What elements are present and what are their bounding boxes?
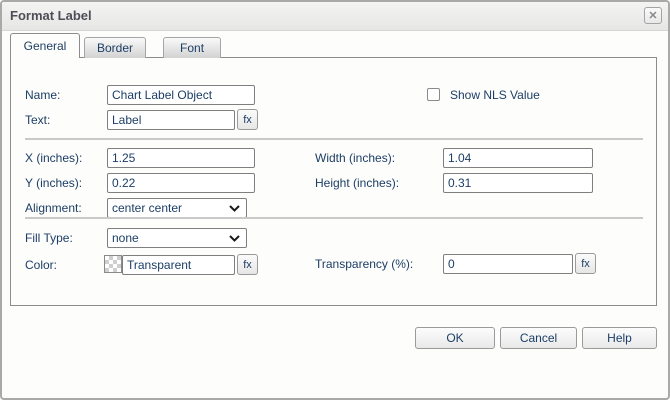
format-label-dialog: Format Label ✕ General Border Font Name:… [0,0,670,400]
separator [25,217,643,219]
tab-border-label: Border [97,41,134,55]
chevron-down-icon [229,204,240,212]
transparency-label: Transparency (%): [315,257,414,271]
text-label: Text: [25,113,51,127]
fill-type-select[interactable]: none [107,228,247,248]
separator [25,138,643,140]
show-nls-checkbox[interactable] [427,88,440,101]
help-button[interactable]: Help [582,327,657,349]
width-input[interactable] [443,148,593,168]
tab-general-label: General [23,39,67,53]
close-button[interactable]: ✕ [644,7,662,24]
name-input[interactable] [107,85,255,105]
close-icon: ✕ [648,9,658,22]
tab-font-label: Font [180,41,205,55]
tab-border[interactable]: Border [84,37,147,58]
name-label: Name: [25,88,61,102]
chevron-down-icon [229,234,240,242]
y-label: Y (inches): [25,176,83,190]
cancel-button[interactable]: Cancel [500,327,577,349]
general-tab-panel: Name: Text: fx Show NLS Value X (inches)… [10,57,657,306]
fill-type-value: none [112,231,139,245]
alignment-select[interactable]: center center [107,198,247,218]
transparency-input[interactable] [443,254,573,274]
x-input[interactable] [107,148,255,168]
y-input[interactable] [107,173,255,193]
fill-type-label: Fill Type: [25,231,73,245]
text-input[interactable] [107,110,235,130]
width-label: Width (inches): [315,151,396,165]
tab-font[interactable]: Font [163,37,222,58]
color-swatch[interactable] [104,255,122,273]
tab-strip: General Border Font [10,33,225,58]
dialog-titlebar: Format Label ✕ [2,2,668,31]
color-label: Color: [25,258,58,272]
height-input[interactable] [443,173,593,193]
color-fx-button[interactable]: fx [237,254,258,275]
dialog-title: Format Label [10,8,92,23]
alignment-value: center center [112,201,183,215]
transparency-fx-button[interactable]: fx [575,253,596,274]
show-nls-label: Show NLS Value [450,88,540,102]
ok-button[interactable]: OK [415,327,495,349]
text-fx-button[interactable]: fx [237,109,258,130]
tab-general[interactable]: General [10,33,80,58]
color-input[interactable] [122,255,235,275]
alignment-label: Alignment: [25,201,82,215]
height-label: Height (inches): [315,176,400,190]
x-label: X (inches): [25,151,83,165]
